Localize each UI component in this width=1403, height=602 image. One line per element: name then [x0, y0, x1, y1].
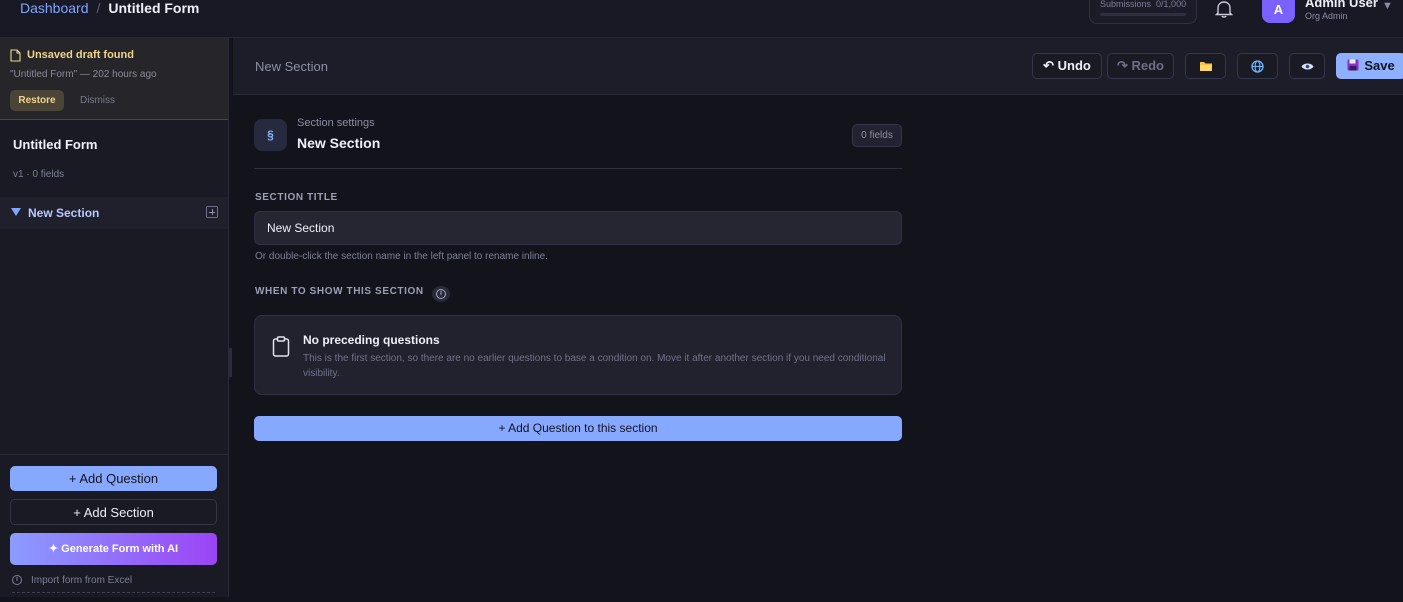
import-dropzone[interactable] [12, 592, 215, 602]
breadcrumb-separator: / [96, 0, 101, 16]
restore-button[interactable]: Restore [10, 90, 64, 111]
info-icon: i [12, 575, 22, 586]
generate-form-ai-button[interactable]: ✦ Generate Form with AI [10, 533, 217, 565]
no-preceding-questions-card: No preceding questions This is the first… [254, 315, 902, 395]
clipboard-icon [272, 336, 290, 357]
visibility-condition-label: WHEN TO SHOW THIS SECTION [255, 286, 424, 297]
breadcrumb-dashboard-link[interactable]: Dashboard [20, 0, 89, 16]
empty-state-title: No preceding questions [303, 333, 440, 347]
import-label[interactable]: Import form from Excel [31, 575, 132, 586]
sidebar: Unsaved draft found "Untitled Form" — 20… [0, 38, 229, 597]
undo-button[interactable]: ↶ Undo [1032, 53, 1102, 79]
submissions-count: 0/1,000 [1156, 0, 1187, 9]
divider [254, 168, 902, 169]
open-folder-button[interactable] [1185, 53, 1226, 79]
form-title[interactable]: Untitled Form [13, 137, 98, 152]
panel-resize-handle[interactable] [229, 348, 232, 377]
folder-icon [1199, 62, 1212, 71]
draft-subtitle: "Untitled Form" — 202 hours ago [10, 69, 157, 80]
top-bar: Dashboard / Untitled Form Submissions 0/1,… [0, 0, 1403, 38]
section-icon: § [254, 119, 287, 151]
caret-down-icon[interactable] [11, 208, 21, 216]
add-section-button[interactable]: + Add Section [10, 499, 217, 525]
user-role: Org Admin [1305, 11, 1348, 21]
info-icon: i [436, 289, 446, 299]
floppy-icon [1347, 59, 1359, 71]
sidebar-item-new-section[interactable]: New Section [0, 197, 228, 229]
section-settings-title: New Section [297, 135, 381, 151]
eye-icon [1301, 63, 1313, 70]
breadcrumb-current: Untitled Form [108, 0, 200, 16]
redo-button[interactable]: ↷ Redo [1107, 53, 1174, 79]
avatar[interactable]: A [1262, 0, 1295, 23]
draft-banner: Unsaved draft found "Untitled Form" — 20… [0, 38, 228, 120]
import-excel-link[interactable]: i Import form from Excel [12, 575, 132, 586]
toolbar-title: New Section [255, 59, 328, 74]
editor-toolbar: New Section ↶ Undo ↷ Redo Save [233, 38, 1403, 95]
add-to-section-icon[interactable] [206, 206, 218, 218]
submissions-progress-bar [1100, 13, 1186, 16]
chevron-down-icon[interactable]: ▼ [1382, 0, 1393, 12]
sidebar-item-label[interactable]: New Section [28, 206, 99, 220]
document-icon [10, 49, 21, 62]
visibility-info-button[interactable]: i [432, 286, 450, 302]
form-meta: v1 · 0 fields [13, 169, 65, 180]
save-label[interactable]: Save [1364, 58, 1394, 73]
dismiss-button[interactable]: Dismiss [80, 90, 115, 111]
section-settings-kicker: Section settings [297, 117, 375, 129]
add-question-to-section-button[interactable]: + Add Question to this section [254, 416, 902, 441]
sidebar-divider [0, 454, 228, 455]
bell-icon[interactable] [1214, 0, 1234, 18]
globe-icon [1251, 60, 1264, 73]
draft-title: Unsaved draft found [27, 49, 134, 61]
breadcrumb: Dashboard / Untitled Form [20, 0, 199, 17]
add-question-button[interactable]: + Add Question [10, 466, 217, 491]
save-button[interactable]: Save [1336, 53, 1403, 79]
publish-button[interactable] [1237, 53, 1278, 79]
preview-button[interactable] [1289, 53, 1325, 79]
submissions-usage: Submissions 0/1,000 [1089, 0, 1197, 24]
submissions-label: Submissions [1100, 0, 1152, 9]
fields-count-badge: 0 fields [852, 124, 902, 147]
section-title-label: SECTION TITLE [255, 192, 338, 203]
empty-state-body: This is the first section, so there are … [303, 353, 886, 379]
section-title-hint: Or double-click the section name in the … [255, 251, 548, 262]
user-name[interactable]: Admin User [1305, 0, 1378, 10]
section-title-input[interactable] [254, 211, 902, 245]
